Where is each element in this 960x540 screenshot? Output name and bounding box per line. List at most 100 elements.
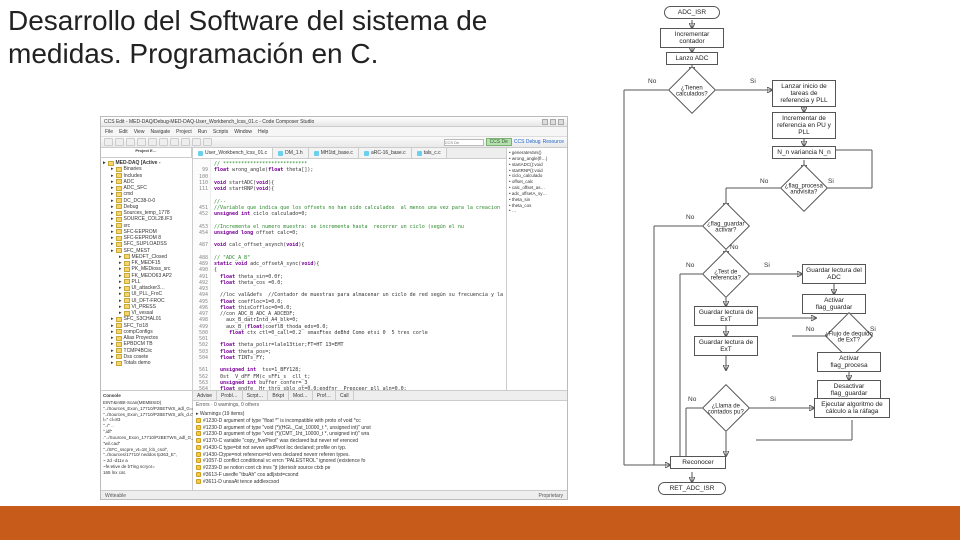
- toolbar-btn[interactable]: [170, 138, 179, 146]
- branch-si: Si: [764, 262, 770, 269]
- maximize-button[interactable]: [550, 119, 556, 125]
- problem-item[interactable]: #1230-D argument of type "void (*)(CMT_1…: [196, 431, 564, 438]
- console-view[interactable]: Console EINT&IntBt-Scan(MEMBSID)"../Sour…: [101, 391, 193, 490]
- menu-project[interactable]: Project: [176, 129, 192, 135]
- menu-scripts[interactable]: Scripts: [213, 129, 228, 135]
- branch-si: Si: [770, 396, 776, 403]
- problem-item[interactable]: #1370-C variable "copy_fivePivot" was de…: [196, 438, 564, 445]
- problems-tab[interactable]: Probl…: [217, 391, 243, 400]
- code-lines[interactable]: // ****************************float wro…: [211, 159, 506, 390]
- flow-node: Activar flag_procesa: [817, 352, 881, 372]
- status-bar: Writeable Proprietary: [101, 490, 567, 500]
- perspective-debug[interactable]: CCS Debug: [514, 139, 541, 145]
- toolbar-btn[interactable]: [104, 138, 113, 146]
- toolbar-btn[interactable]: [192, 138, 201, 146]
- menu-help[interactable]: Help: [258, 129, 268, 135]
- toolbar-btn[interactable]: [126, 138, 135, 146]
- side-tab-project[interactable]: Project E…: [101, 148, 192, 157]
- flow-node: Activar flag_guardar: [802, 294, 866, 314]
- window-controls: [542, 119, 564, 125]
- editor-tabs: User_Workbench_lcss_01.cDM_1.hMH1td_base…: [193, 148, 506, 159]
- footer-bar: [0, 506, 960, 540]
- problem-item[interactable]: #1230-D argument of type "float *" is in…: [196, 418, 564, 425]
- line-gutter: 9910011011145145245345448748848949049149…: [193, 159, 211, 390]
- editor-tab[interactable]: tals_c.c: [412, 148, 447, 158]
- problems-tab[interactable]: Scrpt…: [243, 391, 269, 400]
- quick-access-input[interactable]: [444, 139, 484, 146]
- outline-view[interactable]: • generateVars()• wrong_angle(fl…)• star…: [507, 148, 567, 390]
- flow-connectors: [592, 0, 942, 500]
- editor: User_Workbench_lcss_01.cDM_1.hMH1td_base…: [193, 148, 507, 390]
- menu-view[interactable]: View: [134, 129, 145, 135]
- flow-end: RET_ADC_ISR: [658, 482, 726, 495]
- title-line1: Desarrollo del Software del sistema de: [8, 5, 487, 36]
- menu-bar[interactable]: File Edit View Navigate Project Run Scri…: [101, 127, 567, 137]
- problems-view[interactable]: AdviseProbl…Scrpt…BrkptMod…Prof…Call Err…: [193, 391, 567, 490]
- editor-tab[interactable]: User_Workbench_lcss_01.c: [193, 148, 273, 158]
- editor-tab[interactable]: MH1td_base.c: [309, 148, 359, 158]
- perspective-resource[interactable]: Resource: [543, 139, 564, 145]
- branch-no: No: [686, 262, 694, 269]
- flow-node: Guardar lectura del ADC: [802, 264, 866, 284]
- console-tab[interactable]: Console: [103, 393, 190, 399]
- editor-tab[interactable]: DM_1.h: [273, 148, 309, 158]
- problem-item[interactable]: #2239-D se notion cont cb invs "jt (deri…: [196, 465, 564, 472]
- problems-tab[interactable]: Advise: [193, 391, 217, 400]
- problem-item[interactable]: #3611-D unsaAt tence addlexcsod: [196, 479, 564, 486]
- flow-start: ADC_ISR: [664, 6, 720, 19]
- branch-no: No: [686, 214, 694, 221]
- status-left: Writeable: [105, 493, 126, 499]
- flow-node: Incrementar contador: [660, 28, 724, 48]
- toolbar-btn[interactable]: [159, 138, 168, 146]
- flow-node: Reconocer: [670, 456, 726, 469]
- branch-no: No: [730, 244, 738, 251]
- problem-item[interactable]: #1430-C type=bit not seven updPivot loc …: [196, 445, 564, 452]
- menu-window[interactable]: Window: [234, 129, 252, 135]
- slide-title: Desarrollo del Software del sistema de m…: [8, 4, 487, 70]
- flow-node: Guardar lectura de ExT: [694, 306, 758, 326]
- flow-node: Guardar lectura de ExT: [694, 336, 758, 356]
- branch-no: No: [688, 396, 696, 403]
- branch-no: No: [648, 78, 656, 85]
- problems-tab[interactable]: Call: [336, 391, 354, 400]
- toolbar: CCS De CCS Debug Resource: [101, 137, 567, 148]
- problem-item[interactable]: #3613-F usedfe "tbuAh" cos adljstst=cson…: [196, 472, 564, 479]
- status-right: Proprietary: [539, 493, 563, 499]
- title-line2: medidas. Programación en C.: [8, 38, 378, 69]
- close-button[interactable]: [558, 119, 564, 125]
- flow-node: Lanzar inicio de tareas de referencia y …: [772, 80, 836, 107]
- branch-no: No: [806, 326, 814, 333]
- menu-run[interactable]: Run: [198, 129, 207, 135]
- problem-item[interactable]: ▸ Warnings (19 items): [196, 411, 564, 418]
- outline-item[interactable]: • …: [509, 208, 565, 214]
- branch-si: Si: [828, 178, 834, 185]
- problems-tab[interactable]: Prof…: [313, 391, 336, 400]
- code-view[interactable]: 9910011011145145245345448748848949049149…: [193, 159, 506, 390]
- perspective-ccs-debug[interactable]: CCS De: [486, 138, 512, 146]
- problem-item[interactable]: #1430-Ctype=not reference=id vers declar…: [196, 452, 564, 459]
- problems-tab[interactable]: Brkpt: [268, 391, 289, 400]
- toolbar-btn[interactable]: [137, 138, 146, 146]
- editor-tab[interactable]: aRC-16_base.c: [359, 148, 412, 158]
- problem-item[interactable]: #1057-D conflict conditional vc errcn "P…: [196, 458, 564, 465]
- tree-item[interactable]: ▸Totals demo: [103, 360, 190, 366]
- project-tree[interactable]: ▸MED-DAQ [Active - ▸Binaries▸Includes▸AD…: [101, 158, 192, 368]
- branch-si: Si: [870, 326, 876, 333]
- ide-window: CCS Edit - MED-DAQ/Debug-MED-DAQ-User_Wo…: [100, 116, 568, 500]
- branch-si: Si: [750, 78, 756, 85]
- toolbar-btn[interactable]: [181, 138, 190, 146]
- bottom-panel: Console EINT&IntBt-Scan(MEMBSID)"../Sour…: [101, 390, 567, 490]
- toolbar-btn[interactable]: [115, 138, 124, 146]
- menu-edit[interactable]: Edit: [119, 129, 128, 135]
- toolbar-btn[interactable]: [148, 138, 157, 146]
- toolbar-btn[interactable]: [203, 138, 212, 146]
- problems-tab[interactable]: Mod…: [289, 391, 313, 400]
- flow-node: N_n variancia N_n: [772, 146, 836, 159]
- flow-node: Ejecutar algoritmo de cálculo a la ráfag…: [814, 398, 890, 418]
- problem-item[interactable]: #1230-D argument of type "void (*)(HGL_C…: [196, 425, 564, 432]
- menu-navigate[interactable]: Navigate: [150, 129, 170, 135]
- minimize-button[interactable]: [542, 119, 548, 125]
- window-title: CCS Edit - MED-DAQ/Debug-MED-DAQ-User_Wo…: [104, 119, 314, 125]
- project-explorer: Project E… ▸MED-DAQ [Active - ▸Binaries▸…: [101, 148, 193, 390]
- menu-file[interactable]: File: [105, 129, 113, 135]
